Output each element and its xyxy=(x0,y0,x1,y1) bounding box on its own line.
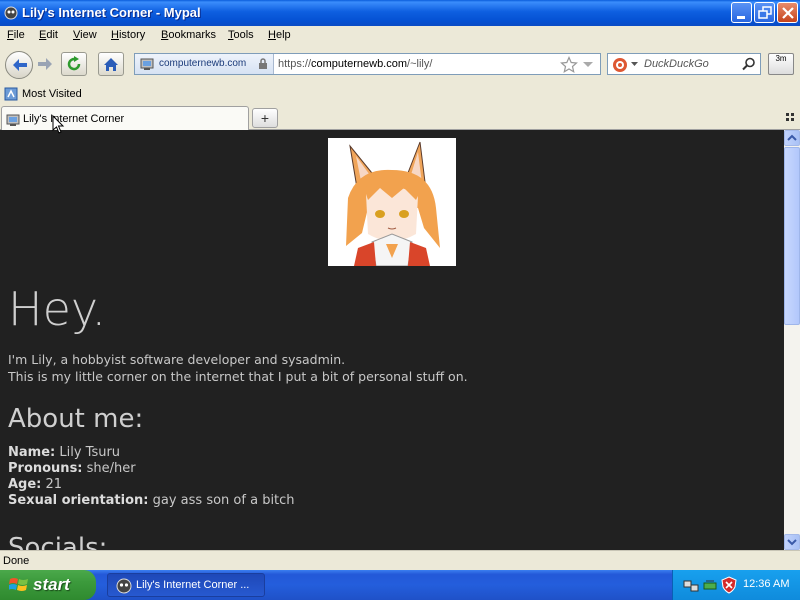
fact-age: Age: 21 xyxy=(8,477,63,492)
back-button[interactable] xyxy=(5,51,33,79)
search-engine-dropdown-icon[interactable] xyxy=(631,62,638,67)
menu-edit[interactable]: Edit xyxy=(39,29,58,41)
about-facts-list: Name: Lily Tsuru Pronouns: she/her Age: … xyxy=(8,445,295,509)
home-button[interactable] xyxy=(98,52,124,76)
menu-tools[interactable]: Tools xyxy=(228,29,254,41)
bookmark-most-visited[interactable]: Most Visited xyxy=(22,88,82,100)
search-icon[interactable] xyxy=(742,57,756,71)
window-title-bar: Lily's Internet Corner - Mypal xyxy=(0,0,800,26)
address-bar[interactable]: computernewb.com https://computernewb.co… xyxy=(134,53,601,75)
taskbar: start Lily's Internet Corner ... 12:36 A… xyxy=(0,570,800,600)
windows-logo-icon xyxy=(9,578,28,591)
fact-pronouns: Pronouns: she/her xyxy=(8,461,136,476)
safely-remove-icon[interactable] xyxy=(702,577,718,593)
page-heading: Hey. xyxy=(8,282,107,336)
mouse-cursor-icon xyxy=(52,115,65,134)
about-heading: About me: xyxy=(8,404,144,434)
network-icon[interactable] xyxy=(683,577,699,593)
tab-lilys-internet-corner[interactable]: Lily's Internet Corner xyxy=(1,106,249,130)
scroll-up-icon xyxy=(787,134,797,141)
menu-view[interactable]: View xyxy=(73,29,97,41)
site-favicon-icon xyxy=(140,58,154,70)
tab-favicon-icon xyxy=(6,114,20,126)
taskbar-window-button[interactable]: Lily's Internet Corner ... xyxy=(107,573,265,597)
clock[interactable]: 12:36 AM xyxy=(743,578,789,590)
tab-list-icon[interactable] xyxy=(786,113,796,123)
page-content: Hey. I'm Lily, a hobbyist software devel… xyxy=(0,130,784,550)
status-text: Done xyxy=(3,555,30,567)
minimize-icon xyxy=(737,16,745,19)
window-title: Lily's Internet Corner - Mypal xyxy=(22,5,201,20)
restore-icon xyxy=(758,6,772,19)
menu-file[interactable]: File xyxy=(7,29,25,41)
reload-icon xyxy=(67,56,81,71)
scroll-down-button[interactable] xyxy=(784,534,800,550)
plus-icon: + xyxy=(260,110,270,126)
new-tab-button[interactable]: + xyxy=(252,108,278,128)
back-arrow-icon xyxy=(13,59,27,71)
socials-heading: Socials: xyxy=(8,533,108,550)
start-button[interactable]: start xyxy=(0,570,96,600)
tab-bar: Lily's Internet Corner + xyxy=(0,104,800,130)
status-bar: Done xyxy=(0,550,800,570)
lock-icon xyxy=(259,58,267,69)
extension-button[interactable]: 3m xyxy=(768,53,794,75)
most-visited-icon xyxy=(4,87,18,101)
bookmarks-toolbar: Most Visited xyxy=(0,84,800,104)
menu-help[interactable]: Help xyxy=(268,29,291,41)
minimize-button[interactable] xyxy=(731,2,752,23)
navigation-toolbar: computernewb.com https://computernewb.co… xyxy=(0,46,800,84)
avatar-image xyxy=(328,138,456,266)
mypal-app-icon xyxy=(4,6,18,20)
mypal-taskbar-icon xyxy=(116,578,132,594)
duckduckgo-icon xyxy=(613,58,627,72)
search-placeholder: DuckDuckGo xyxy=(644,58,709,70)
scroll-down-icon xyxy=(787,539,797,546)
intro-text: I'm Lily, a hobbyist software developer … xyxy=(8,352,468,384)
url-text: https://computernewb.com/~lily/ xyxy=(278,58,433,70)
fact-name: Name: Lily Tsuru xyxy=(8,445,121,460)
forward-button[interactable] xyxy=(33,52,57,76)
scroll-up-button[interactable] xyxy=(784,130,800,146)
url-dropdown-icon[interactable] xyxy=(582,61,594,69)
close-icon xyxy=(782,7,794,19)
menu-bookmarks[interactable]: Bookmarks xyxy=(161,29,216,41)
search-bar[interactable]: DuckDuckGo xyxy=(607,53,761,75)
home-icon xyxy=(104,58,118,71)
fact-orientation: Sexual orientation: gay ass son of a bit… xyxy=(8,493,295,508)
menu-bar: File Edit View History Bookmarks Tools H… xyxy=(0,26,800,46)
system-tray: 12:36 AM xyxy=(672,570,800,600)
maximize-button[interactable] xyxy=(754,2,775,23)
close-button[interactable] xyxy=(777,2,798,23)
site-identity-button[interactable]: computernewb.com xyxy=(135,54,274,74)
page-scrollbar[interactable] xyxy=(784,130,800,550)
bookmark-star-icon[interactable] xyxy=(560,56,578,74)
forward-arrow-icon xyxy=(38,58,52,70)
security-shield-icon[interactable] xyxy=(721,576,737,594)
menu-history[interactable]: History xyxy=(111,29,145,41)
reload-button[interactable] xyxy=(61,52,87,76)
scroll-thumb[interactable] xyxy=(784,147,800,325)
